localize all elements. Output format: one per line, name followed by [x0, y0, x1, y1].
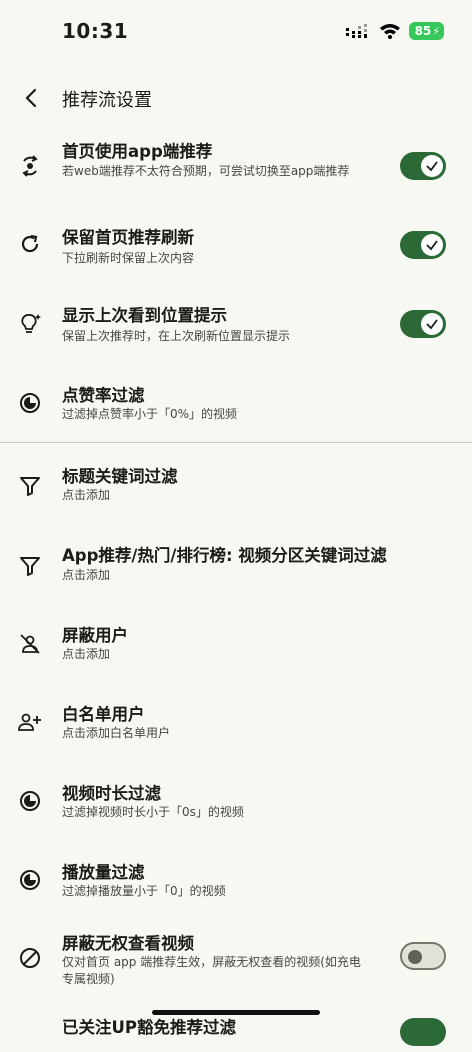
setting-title: 显示上次看到位置提示	[62, 306, 227, 325]
setting-subtitle: 仅对首页 app 端推荐生效，屏蔽无权查看的视频(如充电专属视频)	[62, 955, 361, 986]
setting-subtitle: 保留上次推荐时，在上次刷新位置显示提示	[62, 329, 291, 343]
setting-subtitle: 点击添加白名单用户	[62, 726, 171, 740]
setting-block-no-permission[interactable]: 屏蔽无权查看视频 仅对首页 app 端推荐生效，屏蔽无权查看的视频(如充电专属视…	[0, 922, 472, 998]
battery-level: 85	[414, 24, 432, 38]
setting-subtitle: 下拉刷新时保留上次内容	[62, 251, 195, 265]
setting-app-recommend[interactable]: 首页使用app端推荐 若web端推荐不太符合预期，可尝试切换至app端推荐	[0, 130, 472, 204]
setting-title: App推荐/热门/排行榜: 视频分区关键词过滤	[62, 546, 387, 565]
check-icon	[426, 319, 438, 330]
setting-title: 已关注UP豁免推荐过滤	[62, 1018, 236, 1037]
contrast-icon	[17, 788, 43, 814]
setting-zone-keyword-filter[interactable]: App推荐/热门/排行榜: 视频分区关键词过滤 点击添加	[0, 535, 472, 597]
setting-title: 屏蔽用户	[62, 626, 128, 645]
block-no-permission-toggle[interactable]	[400, 942, 446, 970]
keep-refresh-toggle[interactable]	[400, 231, 446, 259]
home-indicator[interactable]	[152, 1010, 320, 1015]
setting-like-rate-filter[interactable]: 点赞率过滤 过滤掉点赞率小于「0%」的视频	[0, 372, 472, 434]
back-arrow-icon	[25, 88, 37, 108]
setting-followed-exempt[interactable]: 已关注UP豁免推荐过滤	[0, 1012, 472, 1052]
sync-icon	[17, 153, 43, 179]
person-off-icon	[17, 631, 43, 657]
setting-play-count-filter[interactable]: 播放量过滤 过滤掉播放量小于「0」的视频	[0, 851, 472, 913]
filter-icon	[17, 553, 43, 579]
setting-subtitle: 点击添加	[62, 568, 111, 582]
block-icon	[17, 945, 43, 971]
person-add-icon	[17, 709, 43, 735]
setting-title: 白名单用户	[62, 705, 145, 724]
refresh-icon	[17, 231, 43, 257]
setting-title: 屏蔽无权查看视频	[62, 934, 194, 953]
cellular-signal-icon	[345, 24, 367, 38]
contrast-icon	[17, 867, 43, 893]
setting-subtitle: 若web端推荐不太符合预期，可尝试切换至app端推荐	[62, 164, 350, 178]
charging-bolt-icon: ⚡	[432, 24, 440, 38]
setting-last-position-hint[interactable]: 显示上次看到位置提示 保留上次推荐时，在上次刷新位置显示提示	[0, 292, 472, 358]
last-position-toggle[interactable]	[400, 310, 446, 338]
check-icon	[426, 240, 438, 251]
setting-title: 标题关键词过滤	[62, 467, 178, 486]
back-button[interactable]	[16, 82, 48, 114]
status-bar: 10:31 85 ⚡	[0, 0, 472, 60]
app-bar: 推荐流设置	[0, 74, 472, 122]
setting-duration-filter[interactable]: 视频时长过滤 过滤掉视频时长小于「0s」的视频	[0, 772, 472, 834]
battery-indicator: 85 ⚡	[408, 22, 444, 40]
status-time: 10:31	[62, 19, 129, 43]
section-divider	[0, 442, 472, 443]
setting-subtitle: 点击添加	[62, 488, 111, 502]
setting-subtitle: 过滤掉播放量小于「0」的视频	[62, 884, 226, 898]
setting-keep-refresh[interactable]: 保留首页推荐刷新 下拉刷新时保留上次内容	[0, 214, 472, 280]
setting-title: 首页使用app端推荐	[62, 142, 213, 161]
filter-icon	[17, 473, 43, 499]
setting-whitelist-users[interactable]: 白名单用户 点击添加白名单用户	[0, 693, 472, 755]
setting-title: 视频时长过滤	[62, 784, 161, 803]
lightbulb-icon	[17, 311, 43, 337]
setting-block-users[interactable]: 屏蔽用户 点击添加	[0, 614, 472, 676]
wifi-icon	[379, 24, 400, 39]
page-title: 推荐流设置	[62, 90, 152, 111]
setting-subtitle: 点击添加	[62, 647, 111, 661]
setting-title: 播放量过滤	[62, 863, 145, 882]
setting-subtitle: 过滤掉视频时长小于「0s」的视频	[62, 805, 244, 819]
setting-subtitle: 过滤掉点赞率小于「0%」的视频	[62, 407, 238, 421]
setting-title: 点赞率过滤	[62, 386, 145, 405]
setting-title: 保留首页推荐刷新	[62, 228, 194, 247]
followed-exempt-toggle[interactable]	[400, 1018, 446, 1046]
app-recommend-toggle[interactable]	[400, 152, 446, 180]
contrast-icon	[17, 390, 43, 416]
setting-title-keyword-filter[interactable]: 标题关键词过滤 点击添加	[0, 455, 472, 517]
check-icon	[426, 161, 438, 172]
